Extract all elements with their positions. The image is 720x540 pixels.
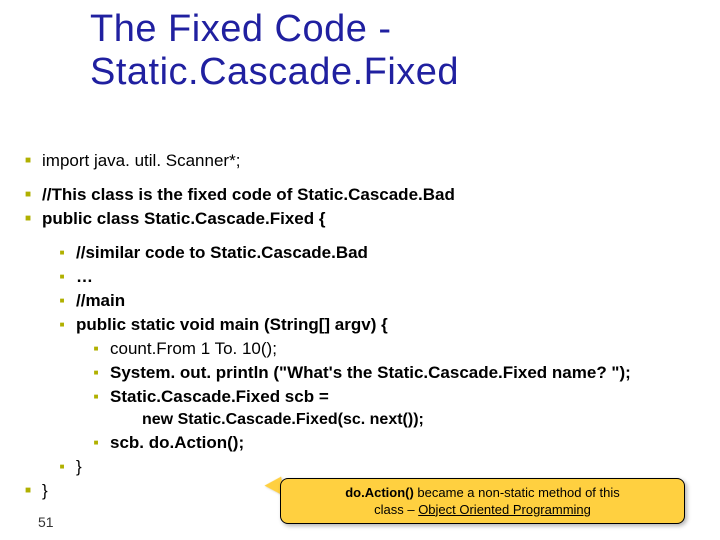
title-line-2: Static.Cascade.Fixed — [90, 51, 459, 93]
bullet-icon — [120, 410, 136, 430]
bullet-icon: ■ — [54, 456, 70, 478]
code-text: import java. util. Scanner*; — [42, 150, 700, 172]
code-line: ■ } — [54, 456, 700, 478]
code-text: //similar code to Static.Cascade.Bad — [76, 242, 700, 264]
bullet-icon: ■ — [88, 338, 104, 360]
code-line: ■ //similar code to Static.Cascade.Bad — [54, 242, 700, 264]
code-text: System. out. println ("What's the Static… — [110, 362, 700, 384]
title-line-1: The Fixed Code - — [90, 8, 392, 50]
code-text: Static.Cascade.Fixed scb = — [110, 386, 700, 408]
code-text: new Static.Cascade.Fixed(sc. next()); — [142, 410, 700, 430]
code-text: //main — [76, 290, 700, 312]
page-number: 51 — [38, 514, 54, 530]
code-line: ■ //main — [54, 290, 700, 312]
code-text: public static void main (String[] argv) … — [76, 314, 700, 336]
code-line: ■ //This class is the fixed code of Stat… — [20, 184, 700, 206]
slide-title: The Fixed Code - Static.Cascade.Fixed — [90, 8, 680, 93]
callout-bold: do.Action() — [345, 485, 414, 500]
code-text: … — [76, 266, 700, 288]
code-text: //This class is the fixed code of Static… — [42, 184, 700, 206]
bullet-icon: ■ — [54, 290, 70, 312]
bullet-icon: ■ — [20, 184, 36, 206]
bullet-icon: ■ — [54, 266, 70, 288]
code-line: ■ Static.Cascade.Fixed scb = — [88, 386, 700, 408]
code-text: scb. do.Action(); — [110, 432, 700, 454]
callout-box: do.Action() became a non-static method o… — [280, 478, 685, 524]
code-line: new Static.Cascade.Fixed(sc. next()); — [120, 410, 700, 430]
code-line: ■ public static void main (String[] argv… — [54, 314, 700, 336]
code-body: ■ import java. util. Scanner*; ■ //This … — [20, 150, 700, 504]
callout-text-1: became a non-static method of this — [414, 485, 620, 500]
bullet-icon: ■ — [88, 386, 104, 408]
bullet-icon: ■ — [20, 150, 36, 172]
bullet-icon: ■ — [54, 314, 70, 336]
code-line: ■ import java. util. Scanner*; — [20, 150, 700, 172]
bullet-icon: ■ — [88, 432, 104, 454]
code-line: ■ System. out. println ("What's the Stat… — [88, 362, 700, 384]
code-text: } — [76, 456, 700, 478]
bullet-icon: ■ — [54, 242, 70, 264]
code-line: ■ count.From 1 To. 10(); — [88, 338, 700, 360]
code-text: public class Static.Cascade.Fixed { — [42, 208, 700, 230]
slide: The Fixed Code - Static.Cascade.Fixed ■ … — [0, 0, 720, 540]
code-line: ■ public class Static.Cascade.Fixed { — [20, 208, 700, 230]
bullet-icon: ■ — [20, 480, 36, 502]
callout-underline: Object Oriented Programming — [418, 502, 591, 517]
bullet-icon: ■ — [20, 208, 36, 230]
code-line: ■ … — [54, 266, 700, 288]
code-line: ■ scb. do.Action(); — [88, 432, 700, 454]
bullet-icon: ■ — [88, 362, 104, 384]
callout-text-2: class – — [374, 502, 418, 517]
code-text: count.From 1 To. 10(); — [110, 338, 700, 360]
